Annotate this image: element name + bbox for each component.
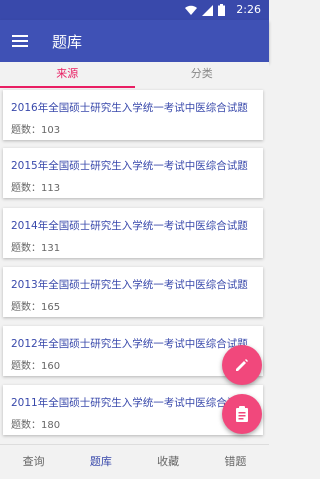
list-item[interactable]: 2016年全国硕士研究生入学统一考试中医综合试题 题数：103 [3,90,263,140]
menu-button[interactable] [12,32,30,50]
status-icons [185,4,225,16]
item-count: 题数：180 [11,420,61,431]
item-title: 2015年全国硕士研究生入学统一考试中医综合试题 [11,160,248,172]
battery-icon [218,4,225,16]
page-title: 题库 [52,33,83,51]
list-item[interactable]: 2014年全国硕士研究生入学统一考试中医综合试题 题数：131 [3,208,263,258]
tab-source[interactable]: 来源 [0,62,135,88]
app-bar: 题库 [0,20,269,62]
status-time: 2:26 [236,3,261,16]
nav-query[interactable]: 查询 [0,445,67,479]
item-title: 2016年全国硕士研究生入学统一考试中医综合试题 [11,102,248,114]
menu-icon-bar [12,40,28,42]
item-count: 题数：165 [11,302,61,313]
item-title: 2011年全国硕士研究生入学统一考试中医综合试题 [11,397,248,409]
status-bar: 2:26 [0,0,269,20]
list-item[interactable]: 2015年全国硕士研究生入学统一考试中医综合试题 题数：113 [3,148,263,198]
notes-fab-button[interactable] [222,394,262,434]
nav-favorites[interactable]: 收藏 [135,445,202,479]
item-count: 题数：103 [11,125,61,136]
edit-fab-button[interactable] [222,345,262,385]
signal-icon [202,4,213,16]
item-count: 题数：160 [11,361,61,372]
item-title: 2014年全国硕士研究生入学统一考试中医综合试题 [11,220,248,232]
wifi-icon [185,5,197,15]
bottom-navigation: 查询 题库 收藏 错题 [0,444,269,479]
nav-question-bank[interactable]: 题库 [67,445,134,479]
list-item[interactable]: 2013年全国硕士研究生入学统一考试中医综合试题 题数：165 [3,267,263,317]
item-title: 2013年全国硕士研究生入学统一考试中医综合试题 [11,279,248,291]
exam-list[interactable]: 2016年全国硕士研究生入学统一考试中医综合试题 题数：103 2015年全国硕… [0,88,269,444]
item-count: 题数：131 [11,243,61,254]
item-title: 2012年全国硕士研究生入学统一考试中医综合试题 [11,338,248,350]
menu-icon-bar [12,35,28,37]
tab-category[interactable]: 分类 [135,62,270,88]
item-count: 题数：113 [11,183,61,194]
pencil-icon [236,359,248,371]
tab-bar: 来源 分类 [0,62,269,88]
clipboard-icon [236,406,248,422]
menu-icon-bar [12,45,28,47]
nav-wrong-questions[interactable]: 错题 [202,445,269,479]
